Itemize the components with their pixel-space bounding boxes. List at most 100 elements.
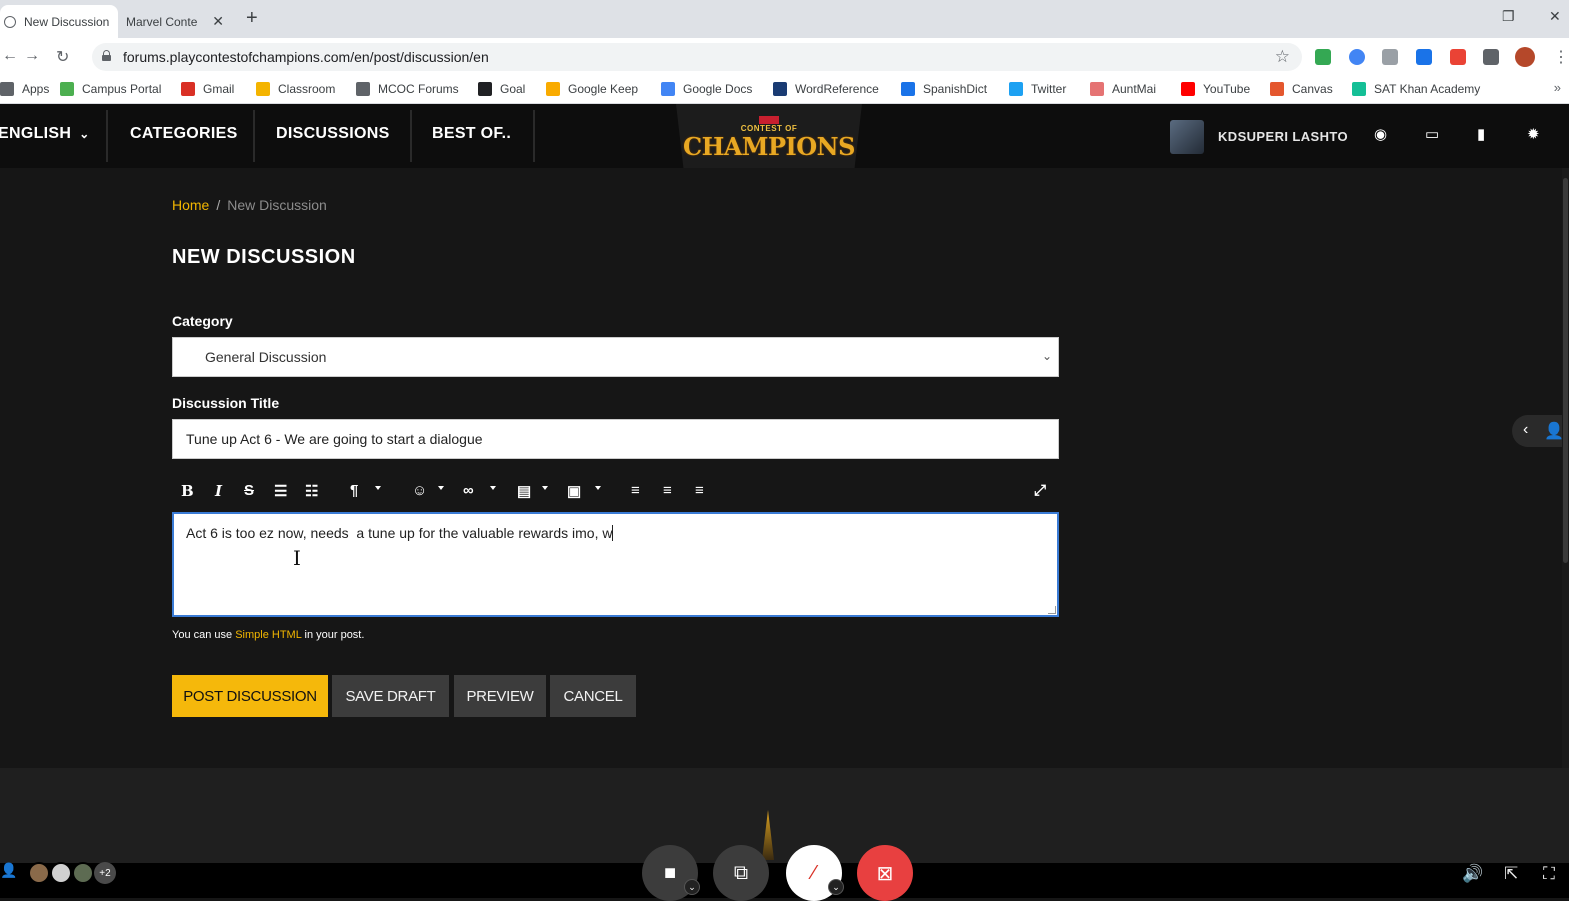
align-center-icon[interactable]: ≡	[663, 482, 672, 499]
speaker-volume-icon[interactable]: 🔊	[1462, 864, 1483, 884]
puzzle-extensions-icon[interactable]	[1483, 49, 1499, 65]
forward-arrow-icon[interactable]: →	[24, 47, 40, 65]
paragraph-format-icon[interactable]: ¶	[350, 482, 358, 499]
bookmark-item[interactable]: Twitter	[1009, 82, 1066, 96]
extension-icon[interactable]	[1382, 49, 1398, 65]
onedrive-icon[interactable]	[1349, 49, 1365, 65]
breadcrumb-home-link[interactable]: Home	[172, 197, 209, 213]
post-discussion-button[interactable]: POST DISCUSSION	[172, 675, 328, 717]
caret-down-icon[interactable]	[595, 486, 601, 490]
camera-button[interactable]: ■ ⌄	[642, 845, 700, 901]
add-person-icon[interactable]: 👤	[0, 862, 17, 879]
italic-icon[interactable]: I	[215, 482, 222, 500]
bookmark-icon[interactable]: ▮	[1477, 125, 1485, 143]
user-avatar[interactable]	[1170, 120, 1204, 154]
participant-avatar[interactable]	[50, 862, 72, 884]
bookmark-item[interactable]: SAT Khan Academy	[1352, 82, 1480, 96]
bookmark-label: AuntMai	[1112, 82, 1157, 96]
text-caret	[612, 525, 614, 541]
gear-icon[interactable]: ✹	[1527, 125, 1540, 143]
ordered-list-icon[interactable]: ☰	[274, 482, 287, 500]
google-drive-icon[interactable]	[1315, 49, 1331, 65]
bookmark-item[interactable]: Gmail	[181, 82, 234, 96]
participants-side-tab[interactable]: ‹ 👤	[1512, 415, 1569, 447]
simple-html-link[interactable]: Simple HTML	[235, 629, 301, 641]
pop-out-icon[interactable]: ⇱	[1504, 864, 1518, 884]
caret-down-icon[interactable]	[490, 486, 496, 490]
bookmark-item[interactable]: SpanishDict	[901, 82, 987, 96]
bookmark-item[interactable]: Apps	[0, 82, 49, 96]
restore-window-icon[interactable]: ❐	[1502, 8, 1515, 25]
site-favicon-icon	[4, 15, 16, 28]
participant-avatar[interactable]	[28, 862, 50, 884]
preview-button[interactable]: PREVIEW	[454, 675, 546, 717]
username[interactable]: KDSUPERI LASHTO	[1218, 129, 1348, 144]
chevron-down-icon[interactable]: ⌄	[828, 879, 844, 895]
notification-extension-icon[interactable]	[1450, 49, 1466, 65]
stop-share-icon: ⊠	[876, 862, 894, 885]
category-select[interactable]: General Discussion ⌄	[172, 337, 1059, 377]
bookmark-item[interactable]: Google Keep	[546, 82, 638, 96]
bookmark-item[interactable]: MCOC Forums	[356, 82, 459, 96]
more-bookmarks-icon[interactable]: »	[1554, 80, 1561, 95]
tab-marvel-contest[interactable]: Marvel Conte ✕	[118, 5, 232, 38]
address-bar[interactable]: forums.playcontestofchampions.com/en/pos…	[92, 43, 1302, 71]
bookmark-item[interactable]: Campus Portal	[60, 82, 161, 96]
dictionary-extension-icon[interactable]	[1416, 49, 1432, 65]
fullscreen-icon[interactable]: ⤢	[1034, 482, 1046, 499]
emoji-icon[interactable]: ☺	[412, 482, 427, 499]
profile-avatar[interactable]	[1515, 47, 1535, 67]
close-window-icon[interactable]: ✕	[1549, 8, 1561, 25]
share-screen-button[interactable]: ⧉	[713, 845, 769, 901]
bookmark-item[interactable]: AuntMai	[1090, 82, 1156, 96]
align-right-icon[interactable]: ≡	[695, 482, 704, 499]
discussion-title-label: Discussion Title	[172, 395, 280, 411]
bookmark-item[interactable]: Goal	[478, 82, 525, 96]
bookmark-item[interactable]: Canvas	[1270, 82, 1333, 96]
discussion-body-value: Act 6 is too ez now, needs a tune up for…	[186, 525, 613, 541]
nav-best-of[interactable]: BEST OF..	[432, 104, 511, 164]
bullet-list-icon[interactable]: ☷	[305, 482, 318, 500]
image-icon[interactable]: ▣	[567, 482, 581, 500]
file-icon[interactable]: ▤	[517, 482, 531, 500]
caret-down-icon[interactable]	[438, 486, 444, 490]
reload-icon[interactable]: ↻	[56, 47, 69, 67]
end-screen-share-button[interactable]: ⊠	[857, 845, 913, 901]
bold-icon[interactable]: B	[181, 482, 194, 500]
discussion-body-editor[interactable]: Act 6 is too ez now, needs a tune up for…	[172, 512, 1059, 617]
bookmark-item[interactable]: WordReference	[773, 82, 879, 96]
inbox-icon[interactable]: ▭	[1425, 125, 1439, 143]
bookmark-item[interactable]: Classroom	[256, 82, 335, 96]
tab-new-discussion[interactable]: New Discussion	[0, 5, 118, 38]
caret-down-icon[interactable]	[542, 486, 548, 490]
nav-categories[interactable]: CATEGORIES	[130, 104, 238, 164]
resize-handle[interactable]	[1048, 606, 1056, 614]
back-arrow-icon[interactable]: ←	[2, 47, 18, 65]
bookmark-favicon-icon	[1009, 82, 1023, 96]
strikethrough-icon[interactable]: S	[244, 482, 254, 499]
bookmark-item[interactable]: Google Docs	[661, 82, 752, 96]
chevron-down-icon[interactable]: ⌄	[684, 879, 700, 895]
globe-icon[interactable]: ◉	[1374, 125, 1387, 143]
link-icon[interactable]: ∞	[463, 482, 474, 499]
discussion-title-input[interactable]: Tune up Act 6 - We are going to start a …	[172, 419, 1059, 459]
bookmark-item[interactable]: YouTube	[1181, 82, 1250, 96]
align-left-icon[interactable]: ≡	[631, 482, 640, 499]
nav-language[interactable]: ENGLISH ⌄	[0, 104, 102, 164]
nav-discussions[interactable]: DISCUSSIONS	[276, 104, 390, 164]
breadcrumb-current: New Discussion	[227, 197, 327, 213]
mute-button[interactable]: ⁄ ⌄	[786, 845, 844, 901]
scrollbar-thumb[interactable]	[1563, 178, 1568, 563]
participant-avatar[interactable]	[72, 862, 94, 884]
cancel-button[interactable]: CANCEL	[550, 675, 636, 717]
participant-overflow-count[interactable]: +2	[94, 862, 116, 884]
bookmark-label: WordReference	[795, 82, 879, 96]
close-tab-icon[interactable]: ✕	[212, 13, 224, 30]
fullscreen-icon[interactable]: ⛶	[1543, 864, 1555, 884]
new-tab-button[interactable]: +	[246, 8, 258, 28]
browser-menu-icon[interactable]: ⋮	[1553, 47, 1569, 67]
save-draft-button[interactable]: SAVE DRAFT	[332, 675, 449, 717]
bookmark-label: Apps	[22, 82, 50, 96]
caret-down-icon[interactable]	[375, 486, 381, 490]
bookmark-star-icon[interactable]: ☆	[1275, 47, 1290, 67]
